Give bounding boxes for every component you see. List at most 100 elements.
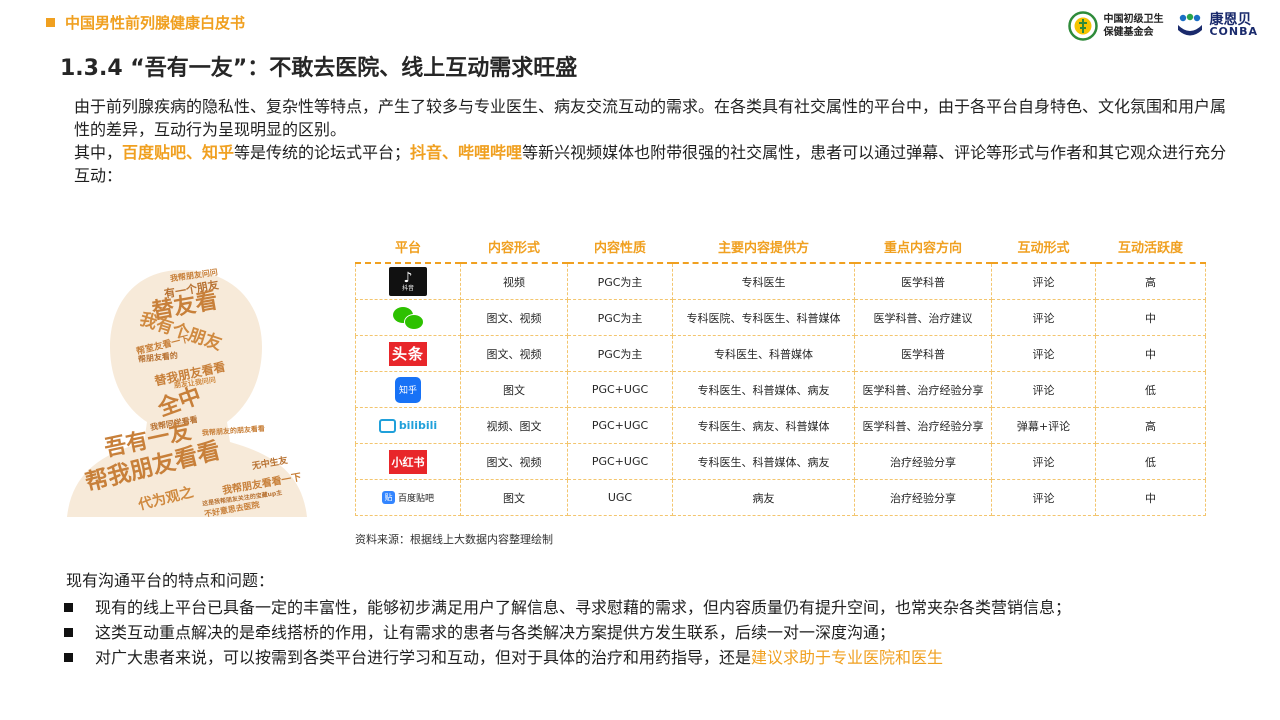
platform-table: 平台 内容形式 内容性质 主要内容提供方 重点内容方向 互动形式 互动活跃度 ♪… (355, 230, 1206, 516)
bullet-item: 这类互动重点解决的是牵线搭桥的作用，让有需求的患者与各类解决方案提供方发生联系，… (64, 620, 1256, 645)
table-source-note: 资料来源：根据线上大数据内容整理绘制 (355, 533, 553, 546)
logos: 中国初级卫生 保健基金会 康恩贝 CONBA (1068, 11, 1258, 41)
table-cell: 医学科普、治疗经验分享 (854, 407, 992, 444)
table-cell: 病友 (672, 479, 855, 516)
toutiao-logo-icon: 头条 (389, 341, 427, 366)
table-row: ♪ 抖音 视频 PGC为主 专科医生 医学科普 评论 高 (355, 262, 1206, 300)
table-cell: 高 (1095, 407, 1206, 444)
bullet-text-1: 现有的线上平台已具备一定的丰富性，能够初步满足用户了解信息、寻求慰藉的需求，但内… (95, 598, 1072, 617)
douyin-logo-icon: ♪ 抖音 (389, 267, 427, 296)
table-cell: 评论 (991, 299, 1096, 336)
bullet-text-3: 对广大患者来说，可以按需到各类平台进行学习和互动，但对于具体的治疗和用药指导，还… (95, 648, 752, 667)
tieba-logo-icon: 贴百度贴吧 (381, 491, 434, 505)
header-interaction-form: 互动形式 (1017, 240, 1070, 256)
table-cell: PGC为主 (567, 262, 673, 300)
brand-square-icon (46, 18, 55, 27)
table-row: 知乎 图文 PGC+UGC 专科医生、科普媒体、病友 医学科普、治疗经验分享 评… (355, 371, 1206, 408)
report-brand: 中国男性前列腺健康白皮书 (46, 12, 245, 33)
header-platform: 平台 (394, 240, 421, 256)
table-cell: 高 (1095, 262, 1206, 300)
header-content-nature: 内容性质 (593, 240, 646, 256)
platform-cell (355, 299, 461, 336)
table-cell: 治疗经验分享 (854, 443, 992, 480)
header-focus: 重点内容方向 (883, 240, 962, 256)
report-title: 中国男性前列腺健康白皮书 (65, 14, 246, 32)
table-cell: PGC+UGC (567, 443, 673, 480)
table-row: 贴百度贴吧 图文 UGC 病友 治疗经验分享 评论 中 (355, 479, 1206, 516)
table-cell: PGC为主 (567, 299, 673, 336)
table-cell: 医学科普 (854, 262, 992, 300)
table-cell: 中 (1095, 335, 1206, 372)
intro-text: 由于前列腺疾病的隐私性、复杂性等特点，产生了较多与专业医生、病友交流互动的需求。… (74, 95, 1234, 187)
intro-paragraph-1: 由于前列腺疾病的隐私性、复杂性等特点，产生了较多与专业医生、病友交流互动的需求。… (74, 97, 1227, 139)
table-cell: 视频、图文 (460, 407, 568, 444)
bullet-square-icon (64, 603, 73, 612)
table-cell: 低 (1095, 443, 1206, 480)
table-header-row: 平台 内容形式 内容性质 主要内容提供方 重点内容方向 互动形式 互动活跃度 (356, 230, 1206, 263)
table-cell: 评论 (991, 443, 1096, 480)
table-cell: 专科医院、专科医生、科普媒体 (672, 299, 855, 336)
table-row: 小红书 图文、视频 PGC+UGC 专科医生、科普媒体、病友 治疗经验分享 评论… (355, 443, 1206, 480)
bullet-square-icon (64, 653, 73, 662)
table-cell: 专科医生、科普媒体、病友 (672, 371, 855, 408)
bottom-summary: 现有沟通平台的特点和问题： 现有的线上平台已具备一定的丰富性，能够初步满足用户了… (64, 568, 1256, 670)
platform-cell: 小红书 (355, 443, 461, 480)
wechat-logo-icon (391, 305, 425, 331)
bilibili-logo-icon: bilibili (378, 418, 437, 433)
header-activity: 互动活跃度 (1117, 240, 1183, 256)
conba-logo: 康恩贝 CONBA (1175, 13, 1258, 39)
table-row: 图文、视频 PGC为主 专科医院、专科医生、科普媒体 医学科普、治疗建议 评论 … (355, 299, 1206, 336)
conba-name-en: CONBA (1209, 25, 1258, 38)
intro-p2-a: 其中， (74, 143, 123, 162)
bullet-item: 现有的线上平台已具备一定的丰富性，能够初步满足用户了解信息、寻求慰藉的需求，但内… (64, 595, 1256, 620)
platform-cell: bilibili (355, 407, 461, 444)
table-cell: 中 (1095, 479, 1206, 516)
table-cell: 评论 (991, 479, 1096, 516)
table-cell: 中 (1095, 299, 1206, 336)
table-cell: 专科医生、病友、科普媒体 (672, 407, 855, 444)
table-cell: 评论 (991, 371, 1096, 408)
table-cell: UGC (567, 479, 673, 516)
table-cell: PGC+UGC (567, 407, 673, 444)
table-cell: 专科医生、科普媒体、病友 (672, 443, 855, 480)
foundation-name-line1: 中国初级卫生 (1103, 14, 1164, 25)
table-cell: 图文 (460, 371, 568, 408)
table-cell: 医学科普、治疗经验分享 (854, 371, 992, 408)
table-row: bilibili 视频、图文 PGC+UGC 专科医生、病友、科普媒体 医学科普… (355, 407, 1206, 444)
table-cell: 评论 (991, 335, 1096, 372)
table-cell: 专科医生、科普媒体 (672, 335, 855, 372)
table-cell: 弹幕+评论 (991, 407, 1096, 444)
platform-cell: 贴百度贴吧 (355, 479, 461, 516)
bullet-item: 对广大患者来说，可以按需到各类平台进行学习和互动，但对于具体的治疗和用药指导，还… (64, 645, 1256, 670)
table-cell: PGC为主 (567, 335, 673, 372)
zhihu-logo-icon: 知乎 (395, 376, 421, 403)
platform-cell: 知乎 (355, 371, 461, 408)
bullet-square-icon (64, 628, 73, 637)
table-cell: 医学科普、治疗建议 (854, 299, 992, 336)
xiaohongshu-logo-icon: 小红书 (389, 449, 427, 474)
bottom-title: 现有沟通平台的特点和问题： (66, 571, 275, 590)
table-cell: 图文、视频 (460, 335, 568, 372)
table-cell: 图文、视频 (460, 299, 568, 336)
header-provider: 主要内容提供方 (717, 240, 809, 256)
table-cell: 专科医生 (672, 262, 855, 300)
foundation-name-line2: 保健基金会 (1103, 27, 1154, 38)
platform-cell: 头条 (355, 335, 461, 372)
intro-highlight-forums: 百度贴吧、知乎 (122, 143, 235, 162)
table-cell: 图文 (460, 479, 568, 516)
table-cell: 视频 (460, 262, 568, 300)
table-cell: 医学科普 (854, 335, 992, 372)
intro-p2-b: 等是传统的论坛式平台； (234, 143, 411, 162)
foundation-logo: 中国初级卫生 保健基金会 (1068, 11, 1163, 41)
table-cell: 治疗经验分享 (854, 479, 992, 516)
table-cell: PGC+UGC (567, 371, 673, 408)
bullet-highlight: 建议求助于专业医院和医生 (751, 648, 944, 667)
foundation-emblem-icon (1068, 11, 1099, 41)
page-title: 1.3.4 “吾有一友”：不敢去医院、线上互动需求旺盛 (60, 56, 578, 81)
table-row: 头条 图文、视频 PGC为主 专科医生、科普媒体 医学科普 评论 中 (355, 335, 1206, 372)
table-cell: 图文、视频 (460, 443, 568, 480)
platform-cell: ♪ 抖音 (355, 262, 461, 300)
word-cloud: 我帮朋友问问 有一个朋友 替友看 我有个朋友 帮室友看一下 帮朋友看的 替我朋友… (62, 262, 312, 524)
bullet-text-2: 这类互动重点解决的是牵线搭桥的作用，让有需求的患者与各类解决方案提供方发生联系，… (95, 623, 896, 642)
conba-emblem-icon (1178, 13, 1203, 36)
